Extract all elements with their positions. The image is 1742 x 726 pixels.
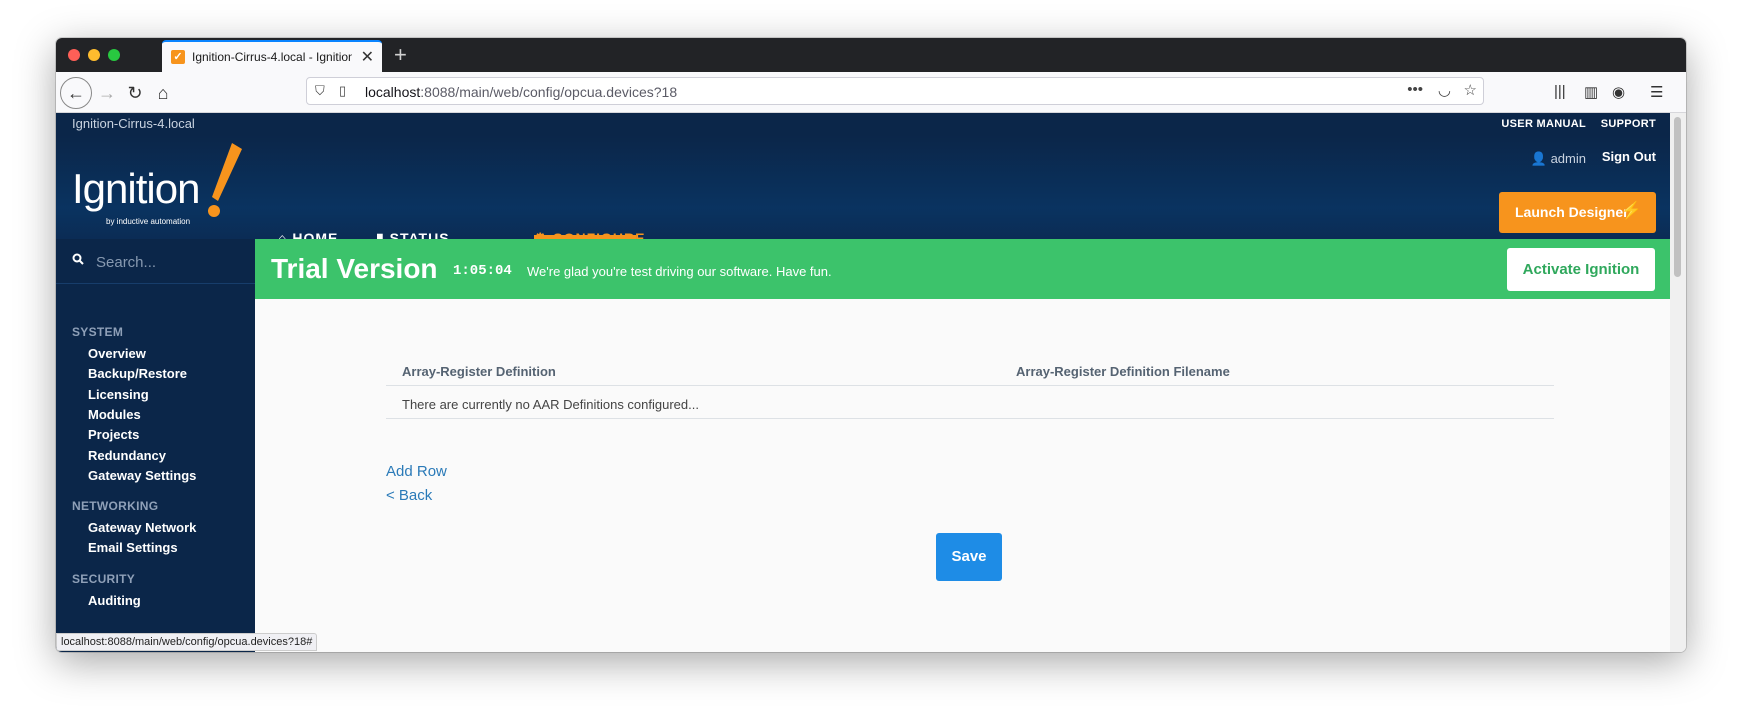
trial-banner: Trial Version 1:05:04 We're glad you're … — [255, 239, 1670, 299]
address-bar[interactable]: ⛉ ▯ localhost:8088/main/web/config/opcua… — [306, 77, 1484, 105]
sidebar-item-modules[interactable]: Modules — [88, 407, 141, 422]
sidebar-item-licensing[interactable]: Licensing — [88, 387, 149, 402]
menu-icon[interactable]: ☰ — [1650, 83, 1663, 101]
forward-arrow-icon[interactable]: → — [94, 80, 120, 106]
close-tab-icon[interactable]: ✕ — [361, 47, 374, 67]
page-scrollbar[interactable] — [1670, 113, 1686, 652]
zoom-window-button[interactable] — [108, 49, 120, 61]
tab-strip: ✓ Ignition-Cirrus-4.local - Ignition ✕ + — [56, 38, 1686, 72]
tab-title: Ignition-Cirrus-4.local - Ignition — [192, 50, 352, 64]
sidebar-section-networking: NETWORKING — [72, 499, 159, 514]
ignition-gateway-page: Ignition-Cirrus-4.local USER MANUAL SUPP… — [56, 113, 1670, 652]
sidebar-section-system: SYSTEM — [72, 325, 124, 339]
back-link[interactable]: < Back — [386, 487, 432, 504]
new-tab-icon[interactable]: + — [394, 42, 407, 68]
home-icon[interactable]: ⌂ — [150, 80, 176, 106]
save-button[interactable]: Save — [936, 533, 1002, 581]
sidebar-item-gateway-network[interactable]: Gateway Network — [88, 520, 196, 535]
search-input[interactable] — [94, 249, 248, 275]
shield-icon[interactable]: ⛉ — [315, 83, 325, 99]
favicon-icon: ✓ — [171, 50, 185, 64]
sidebar: SYSTEM Overview Backup/Restore Licensing Mod… — [56, 239, 255, 652]
link-status-bar: localhost:8088/main/web/config/opcua.dev… — [56, 633, 318, 651]
app-header: Ignition by inductive automation 👤 admin… — [56, 135, 1670, 246]
sidebar-item-backup-restore[interactable]: Backup/Restore — [88, 366, 187, 381]
gateway-host-label: Ignition-Cirrus-4.local — [72, 116, 195, 131]
browser-tab[interactable]: ✓ Ignition-Cirrus-4.local - Ignition ✕ — [162, 40, 382, 72]
column-header-definition: Array-Register Definition — [402, 364, 556, 379]
page-icon[interactable]: ▯ — [339, 83, 346, 99]
more-actions-icon[interactable]: ••• — [1407, 81, 1423, 98]
sidebar-item-projects[interactable]: Projects — [88, 427, 139, 442]
sidebar-item-redundancy[interactable]: Redundancy — [88, 448, 166, 463]
current-user[interactable]: 👤 admin — [1531, 151, 1586, 167]
sidebar-item-overview[interactable]: Overview — [88, 346, 146, 361]
pocket-icon[interactable]: ◡ — [1438, 81, 1451, 99]
column-header-filename: Array-Register Definition Filename — [1016, 364, 1230, 379]
table-row-divider — [386, 418, 1554, 419]
top-utility-bar: Ignition-Cirrus-4.local USER MANUAL SUPP… — [56, 113, 1670, 135]
sidebar-section-security: SECURITY — [72, 571, 136, 586]
support-link[interactable]: SUPPORT — [1601, 118, 1656, 130]
reload-icon[interactable]: ↻ — [122, 80, 148, 106]
table-header-divider — [386, 385, 1554, 386]
library-icon[interactable]: ||| — [1554, 83, 1566, 100]
sign-out-link[interactable]: Sign Out — [1602, 149, 1656, 164]
empty-table-message: There are currently no AAR Definitions c… — [402, 397, 699, 412]
account-icon[interactable]: ◉ — [1612, 83, 1625, 101]
activate-ignition-button[interactable]: Activate Ignition — [1507, 248, 1655, 291]
navigation-toolbar: ← → ↻ ⌂ ⛉ ▯ localhost:8088/main/web/conf… — [56, 72, 1686, 113]
sidebar-icon[interactable]: ▥ — [1584, 83, 1598, 101]
main-content: Trial Version 1:05:04 We're glad you're … — [255, 239, 1670, 652]
logo-exclamation-icon — [208, 143, 242, 217]
sidebar-search — [56, 239, 255, 284]
browser-window: ✓ Ignition-Cirrus-4.local - Ignition ✕ +… — [56, 38, 1686, 652]
launch-designer-button[interactable]: Launch Designer ⚡ — [1499, 192, 1656, 233]
trial-timer: 1:05:04 — [453, 263, 512, 279]
back-arrow-icon[interactable]: ← — [60, 77, 92, 109]
scrollbar-thumb[interactable] — [1674, 117, 1681, 277]
user-icon: 👤 — [1530, 151, 1547, 166]
search-icon — [72, 253, 84, 265]
sidebar-item-gateway-settings[interactable]: Gateway Settings — [88, 468, 196, 483]
trial-title: Trial Version — [271, 253, 438, 284]
sidebar-item-auditing[interactable]: Auditing — [88, 593, 141, 608]
sidebar-item-email-settings[interactable]: Email Settings — [88, 540, 178, 555]
user-manual-link[interactable]: USER MANUAL — [1501, 118, 1586, 130]
close-window-button[interactable] — [68, 49, 80, 61]
designer-wand-icon: ⚡ — [1620, 201, 1642, 220]
trial-message: We're glad you're test driving our softw… — [527, 264, 832, 279]
url-text[interactable]: localhost:8088/main/web/config/opcua.dev… — [365, 84, 677, 100]
bookmark-star-icon[interactable]: ☆ — [1464, 81, 1477, 99]
minimize-window-button[interactable] — [88, 49, 100, 61]
add-row-link[interactable]: Add Row — [386, 463, 447, 480]
